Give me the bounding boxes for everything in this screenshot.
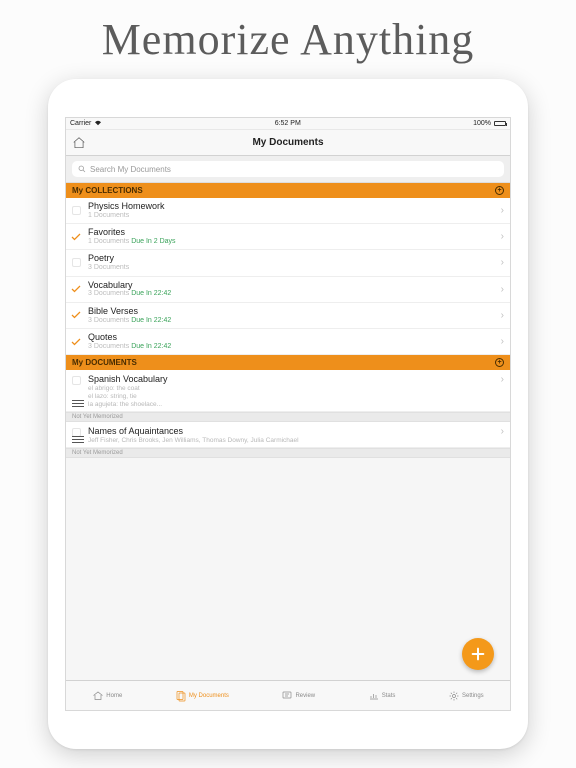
document-preview-line: la agujeta: the shoelace... [88,401,495,409]
tab-label: Settings [462,693,484,699]
document-preview-line: Jeff Fisher, Chris Brooks, Jen Williams,… [88,437,495,445]
collection-title: Physics Homework [88,201,495,212]
page-title: My Documents [66,137,510,148]
checkmark-icon[interactable] [70,309,82,321]
collection-subtitle: 3 Documents [88,264,495,272]
checkbox-empty[interactable] [70,205,82,217]
home-icon [92,690,104,702]
checkmark-icon[interactable] [70,336,82,348]
collection-title: Bible Verses [88,306,495,317]
collection-row[interactable]: Vocabulary3 Documents Due In 22:42 › [66,277,510,303]
device-frame: Carrier 6:52 PM 100% My Documents Search… [48,79,528,749]
chevron-right-icon: › [501,336,504,347]
search-icon [78,165,86,173]
document-row[interactable]: Spanish Vocabularyel abrigo: the coatel … [66,370,510,412]
collection-row[interactable]: Poetry3 Documents › [66,250,510,276]
checkbox-empty[interactable] [70,257,82,269]
wifi-icon [94,120,102,128]
tab-my-documents[interactable]: My Documents [175,690,229,702]
collection-row[interactable]: Favorites1 Documents Due In 2 Days › [66,224,510,250]
collection-subtitle: 3 Documents Due In 22:42 [88,343,495,351]
checkmark-icon[interactable] [70,283,82,295]
document-title: Spanish Vocabulary [88,374,495,385]
search-bar-container: Search My Documents [66,156,510,183]
collections-list: Physics Homework1 Documents›Favorites1 D… [66,198,510,355]
chevron-right-icon: › [501,426,504,437]
tab-settings[interactable]: Settings [448,690,484,702]
promo-headline: Memorize Anything [102,14,475,65]
section-label: My DOCUMENTS [72,358,137,367]
section-label: My COLLECTIONS [72,186,143,195]
tab-label: Stats [382,693,396,699]
document-status-bar: Not Yet Memorized [66,448,510,458]
document-row[interactable]: Names of AquaintancesJeff Fisher, Chris … [66,422,510,448]
content-area[interactable]: My COLLECTIONS + Physics Homework1 Docum… [66,183,510,680]
tab-review[interactable]: Review [281,690,315,702]
review-icon [281,690,293,702]
chevron-right-icon: › [501,284,504,295]
tab-home[interactable]: Home [92,690,122,702]
stats-icon [368,690,380,702]
chevron-right-icon: › [501,257,504,268]
document-status-bar: Not Yet Memorized [66,412,510,422]
collection-subtitle: 3 Documents Due In 22:42 [88,290,495,298]
collection-title: Poetry [88,253,495,264]
status-carrier: Carrier [70,120,91,127]
status-battery-percent: 100% [473,120,491,127]
add-collection-button[interactable]: + [495,186,504,195]
add-fab-button[interactable] [462,638,494,670]
tab-label: Home [106,693,122,699]
reorder-handle-icon[interactable] [72,400,84,407]
collection-title: Vocabulary [88,280,495,291]
chevron-right-icon: › [501,205,504,216]
add-document-button[interactable]: + [495,358,504,367]
tab-bar: Home My Documents Review Stats [66,680,510,710]
chevron-right-icon: › [501,310,504,321]
checkbox-empty[interactable] [70,374,82,386]
section-header-documents: My DOCUMENTS + [66,355,510,370]
plus-icon [470,646,486,662]
documents-list: Spanish Vocabularyel abrigo: the coatel … [66,370,510,458]
status-time: 6:52 PM [275,120,301,127]
chevron-right-icon: › [501,374,504,385]
section-header-collections: My COLLECTIONS + [66,183,510,198]
search-input[interactable]: Search My Documents [72,161,504,177]
collection-title: Favorites [88,227,495,238]
collection-row[interactable]: Quotes3 Documents Due In 22:42 › [66,329,510,355]
documents-icon [175,690,187,702]
battery-icon [494,121,506,126]
collection-title: Quotes [88,332,495,343]
tab-label: My Documents [189,693,229,699]
reorder-handle-icon[interactable] [72,436,84,443]
collection-subtitle: 3 Documents Due In 22:42 [88,317,495,325]
document-preview-line: el abrigo: the coat [88,385,495,393]
collection-row[interactable]: Physics Homework1 Documents › [66,198,510,224]
collection-subtitle: 1 Documents Due In 2 Days [88,238,495,246]
gear-icon [448,690,460,702]
status-bar: Carrier 6:52 PM 100% [66,118,510,130]
search-placeholder: Search My Documents [90,165,171,174]
app-screen: Carrier 6:52 PM 100% My Documents Search… [65,117,511,711]
checkmark-icon[interactable] [70,231,82,243]
tab-label: Review [295,693,315,699]
document-title: Names of Aquaintances [88,426,495,437]
document-preview-line: el lazo: string, tie [88,393,495,401]
tab-stats[interactable]: Stats [368,690,396,702]
collection-row[interactable]: Bible Verses3 Documents Due In 22:42 › [66,303,510,329]
chevron-right-icon: › [501,231,504,242]
collection-subtitle: 1 Documents [88,212,495,220]
nav-bar: My Documents [66,130,510,156]
